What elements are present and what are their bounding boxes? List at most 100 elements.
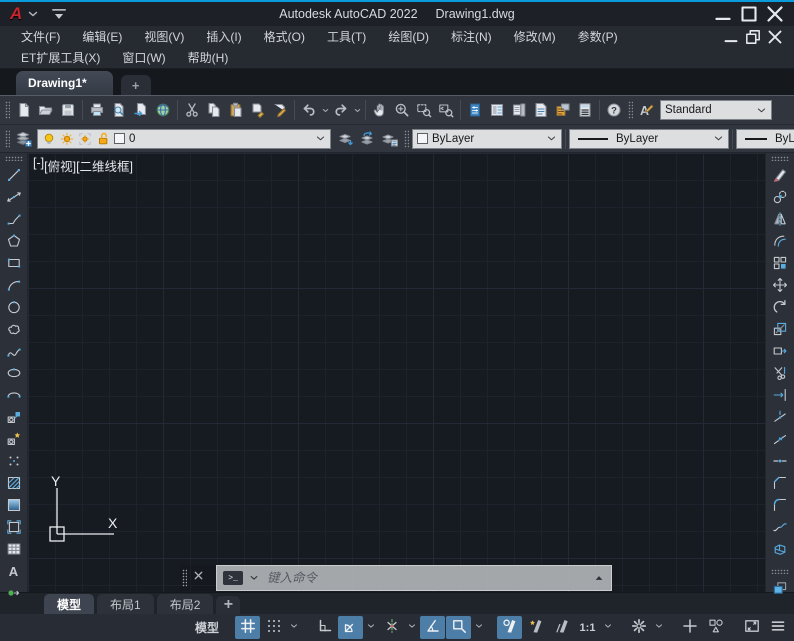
- doc-restore-button[interactable]: [742, 29, 764, 45]
- model-tab[interactable]: 模型: [44, 594, 94, 614]
- layer-previous-button[interactable]: [357, 127, 379, 151]
- command-history-up-icon[interactable]: [593, 572, 605, 584]
- toolbar-grip[interactable]: [5, 101, 10, 119]
- undo-dropdown[interactable]: [320, 98, 330, 122]
- menu-edit[interactable]: 编辑(E): [71, 26, 133, 47]
- paste-button[interactable]: [225, 98, 247, 122]
- snap-mode-button[interactable]: [261, 616, 286, 639]
- move-button[interactable]: [768, 274, 792, 296]
- pan-button[interactable]: [369, 98, 391, 122]
- menu-tools[interactable]: 工具(T): [316, 26, 377, 47]
- join-button[interactable]: [768, 450, 792, 472]
- design-center-button[interactable]: [486, 98, 508, 122]
- close-button[interactable]: [762, 4, 788, 24]
- minimize-button[interactable]: [710, 4, 736, 24]
- color-dropdown[interactable]: ByLayer: [412, 129, 562, 149]
- isometric-drafting-button[interactable]: [420, 616, 445, 639]
- ellipse-button[interactable]: [2, 362, 26, 384]
- match-properties-button[interactable]: [247, 98, 269, 122]
- ucs-icon[interactable]: Y X: [36, 476, 151, 556]
- polygon-button[interactable]: [2, 230, 26, 252]
- publish-button[interactable]: [130, 98, 152, 122]
- workspace-dropdown[interactable]: [652, 616, 666, 639]
- rotate-button[interactable]: [768, 296, 792, 318]
- visual-style-control[interactable]: [二维线框]: [76, 156, 133, 175]
- annotation-scale-dropdown[interactable]: [601, 616, 615, 639]
- viewport-control-minus[interactable]: [-]: [33, 156, 44, 175]
- fillet-button[interactable]: [768, 494, 792, 516]
- toolbar-grip[interactable]: [771, 569, 789, 574]
- clean-screen-button[interactable]: [739, 616, 764, 639]
- redline-button[interactable]: [269, 98, 291, 122]
- command-input-field[interactable]: >_: [216, 565, 612, 591]
- layout2-tab[interactable]: 布局2: [157, 594, 214, 614]
- layer-properties-button[interactable]: [13, 127, 35, 151]
- quick-access-customize-icon[interactable]: [48, 5, 70, 23]
- extend-button[interactable]: [768, 384, 792, 406]
- object-snap-dropdown[interactable]: [472, 616, 486, 639]
- redo-button[interactable]: [330, 98, 352, 122]
- mirror-button[interactable]: [768, 208, 792, 230]
- menu-help[interactable]: 帮助(H): [177, 47, 240, 68]
- quick-calc-button[interactable]: [574, 98, 596, 122]
- help-button[interactable]: ?: [603, 98, 625, 122]
- polar-tracking-button[interactable]: [338, 616, 363, 639]
- menu-format[interactable]: 格式(O): [253, 26, 316, 47]
- layer-thaw-sun-icon[interactable]: [60, 132, 74, 146]
- layer-freeze-viewport-icon[interactable]: [78, 132, 92, 146]
- addselected-button[interactable]: [2, 582, 26, 604]
- annotation-scale-button[interactable]: [549, 616, 574, 639]
- menu-express-tools[interactable]: ET扩展工具(X): [10, 47, 111, 68]
- properties-button[interactable]: [464, 98, 486, 122]
- object-snap-tracking-dropdown[interactable]: [405, 616, 419, 639]
- plot-button[interactable]: [86, 98, 108, 122]
- model-space-button[interactable]: 模型: [190, 616, 224, 639]
- scale-button[interactable]: [768, 318, 792, 340]
- command-line-grip[interactable]: [182, 569, 187, 587]
- zoom-realtime-button[interactable]: [391, 98, 413, 122]
- redo-dropdown[interactable]: [352, 98, 362, 122]
- annotation-visibility-button[interactable]: [497, 616, 522, 639]
- toolbar-grip[interactable]: [5, 156, 23, 161]
- workspace-button[interactable]: [626, 616, 651, 639]
- doc-close-button[interactable]: [764, 29, 786, 45]
- doc-minimize-button[interactable]: [720, 29, 742, 45]
- explode-button[interactable]: [768, 538, 792, 560]
- polar-tracking-dropdown[interactable]: [364, 616, 378, 639]
- polyline-button[interactable]: [2, 208, 26, 230]
- menu-dimension[interactable]: 标注(N): [440, 26, 503, 47]
- table-button[interactable]: [2, 538, 26, 560]
- isolate-objects-button[interactable]: [703, 616, 728, 639]
- rectangle-button[interactable]: [2, 252, 26, 274]
- file-tab-drawing1[interactable]: Drawing1*: [16, 71, 113, 95]
- autocad-logo[interactable]: A: [0, 4, 26, 24]
- object-snap-button[interactable]: [446, 616, 471, 639]
- drawing-canvas[interactable]: [-] [俯视] [二维线框] Y X: [28, 153, 765, 592]
- menu-file[interactable]: 文件(F): [10, 26, 71, 47]
- menu-modify[interactable]: 修改(M): [503, 26, 567, 47]
- break-button[interactable]: [768, 428, 792, 450]
- linetype-dropdown[interactable]: ByLayer: [569, 129, 729, 149]
- command-input[interactable]: [265, 570, 587, 586]
- chamfer-button[interactable]: [768, 472, 792, 494]
- toolbar-grip[interactable]: [404, 130, 409, 148]
- sheet-set-button[interactable]: [530, 98, 552, 122]
- plot-preview-button[interactable]: [108, 98, 130, 122]
- construction-line-button[interactable]: [2, 186, 26, 208]
- zoom-previous-button[interactable]: [435, 98, 457, 122]
- circle-button[interactable]: [2, 296, 26, 318]
- stretch-button[interactable]: [768, 340, 792, 362]
- snap-mode-dropdown[interactable]: [287, 616, 301, 639]
- blend-curves-button[interactable]: [768, 516, 792, 538]
- menu-parametric[interactable]: 参数(P): [567, 26, 629, 47]
- menu-view[interactable]: 视图(V): [133, 26, 195, 47]
- insert-block-button[interactable]: [2, 406, 26, 428]
- recent-commands-chevron-icon[interactable]: [249, 573, 259, 583]
- hatch-button[interactable]: [2, 472, 26, 494]
- text-style-button[interactable]: A: [636, 98, 658, 122]
- toolbar-grip[interactable]: [771, 156, 789, 161]
- erase-button[interactable]: [768, 164, 792, 186]
- annotation-scale-value[interactable]: 1:1: [575, 616, 600, 639]
- toolbar-grip[interactable]: [5, 130, 10, 148]
- menu-window[interactable]: 窗口(W): [111, 47, 176, 68]
